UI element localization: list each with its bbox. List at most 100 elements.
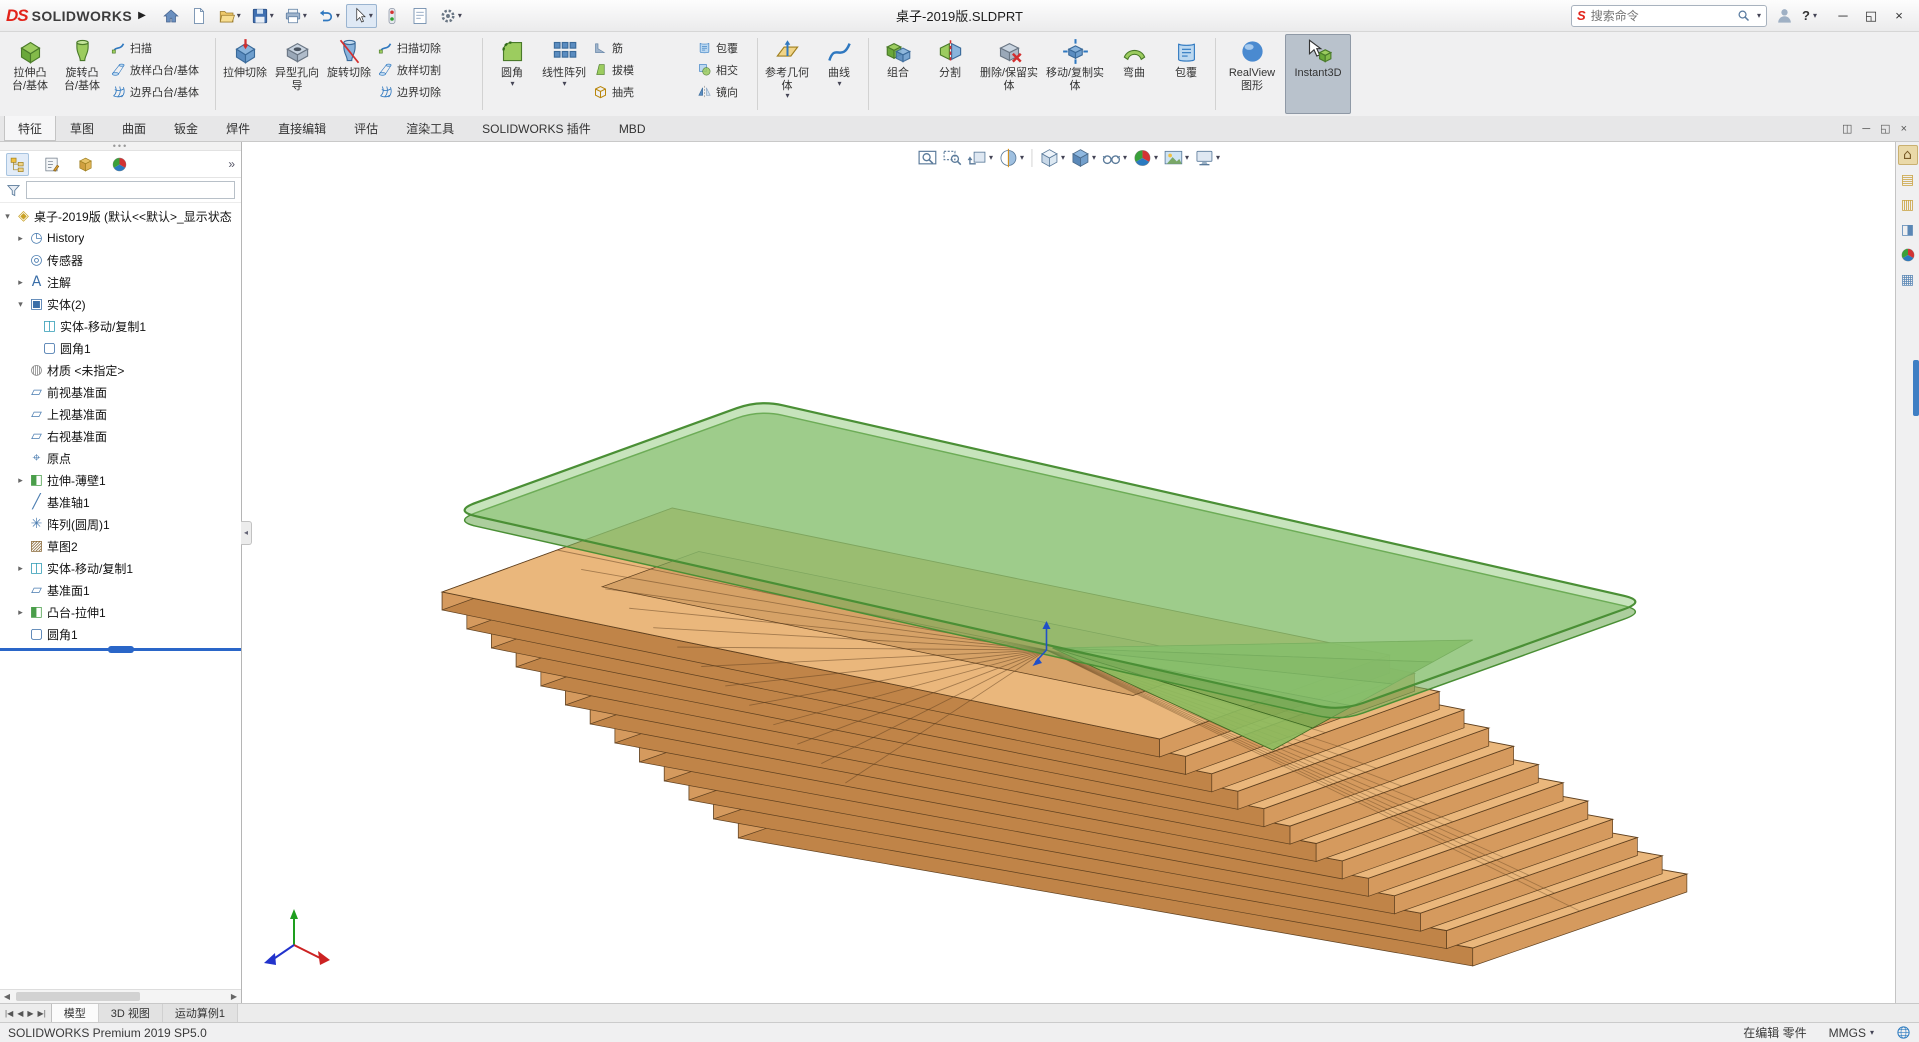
previous-view-button[interactable]: ▾: [966, 147, 994, 169]
search-caret-icon[interactable]: ▾: [1757, 11, 1761, 20]
tree-item[interactable]: ╱ 基准轴1: [0, 491, 241, 513]
ribbon-button-hole-wizard[interactable]: 异型孔向导: [271, 34, 323, 114]
tree-item[interactable]: ▸ ◧ 拉伸-薄壁1: [0, 469, 241, 491]
custom-properties-tab[interactable]: ▦: [1898, 270, 1918, 290]
collapse-arrow-icon[interactable]: ▾: [15, 299, 26, 310]
select-cursor-button[interactable]: ▾: [345, 3, 377, 28]
configuration-manager-tab[interactable]: [74, 153, 97, 176]
display-style-button[interactable]: ▾: [1069, 147, 1097, 169]
ribbon-button-realview[interactable]: RealView 图形: [1219, 34, 1285, 114]
ribbon-button-cut-boundary[interactable]: 边界切除: [375, 81, 479, 102]
ribbon-button-shell[interactable]: 抽壳: [590, 81, 694, 102]
tree-item[interactable]: ▱ 右视基准面: [0, 425, 241, 447]
save-button[interactable]: ▾: [247, 4, 278, 28]
ribbon-button-curves[interactable]: 曲线 ▾: [813, 34, 865, 114]
expand-arrow-icon[interactable]: ▸: [15, 475, 26, 486]
viewport-canvas[interactable]: [242, 142, 1895, 1003]
ribbon-button-loft[interactable]: 放样凸台/基体: [108, 59, 212, 80]
scroll-right-icon[interactable]: ▶: [227, 992, 241, 1001]
help-button[interactable]: ? ▾: [1802, 8, 1817, 23]
globe-icon[interactable]: [1896, 1025, 1911, 1040]
ribbon-button-split[interactable]: 分割: [924, 34, 976, 114]
hide-show-items-button[interactable]: ▾: [1100, 147, 1128, 169]
user-icon[interactable]: [1775, 6, 1794, 25]
tree-item[interactable]: ▢ 圆角1: [0, 623, 241, 645]
minimize-button[interactable]: ─: [1829, 4, 1857, 28]
panel-expand-chevron[interactable]: »: [228, 157, 235, 171]
options-gear-button[interactable]: ▾: [435, 4, 466, 28]
tree-item[interactable]: ▨ 草图2: [0, 535, 241, 557]
ribbon-button-cut-sweep[interactable]: 扫描切除: [375, 37, 479, 58]
ribbon-button-intersect[interactable]: 相交: [694, 59, 754, 80]
solidworks-resources-tab[interactable]: ⌂: [1897, 145, 1918, 165]
feature-tree-tab[interactable]: [6, 152, 29, 176]
search-input[interactable]: [1590, 8, 1732, 23]
ribbon-tab-7[interactable]: 评估: [340, 116, 392, 141]
ribbon-button-boundary[interactable]: 边界凸台/基体: [108, 81, 212, 102]
collapse-arrow-icon[interactable]: ▾: [2, 211, 13, 222]
display-manager-tab[interactable]: [108, 153, 131, 176]
tree-item[interactable]: ▢ 圆角1: [0, 337, 241, 359]
restore-document-button[interactable]: ◱: [1880, 122, 1890, 135]
task-pane-scroll-indicator[interactable]: [1913, 360, 1919, 416]
minimize-document-button[interactable]: ─: [1862, 123, 1870, 135]
home-button[interactable]: [158, 4, 184, 28]
ribbon-button-fillet[interactable]: 圆角 ▾: [486, 34, 538, 114]
view-palette-tab[interactable]: ◨: [1898, 220, 1918, 240]
ribbon-button-linear-pattern[interactable]: 线性阵列 ▾: [538, 34, 590, 114]
ribbon-tab-5[interactable]: 焊件: [212, 116, 264, 141]
panel-horizontal-scrollbar[interactable]: ◀ ▶: [0, 989, 241, 1003]
tree-item[interactable]: ▸ ◫ 实体-移动/复制1: [0, 557, 241, 579]
ribbon-button-instant3d[interactable]: Instant3D: [1285, 34, 1351, 114]
zoom-area-button[interactable]: [941, 147, 963, 169]
ribbon-tab-3[interactable]: 曲面: [108, 116, 160, 141]
ribbon-tab-1[interactable]: 特征: [4, 116, 57, 141]
ribbon-button-cut-loft[interactable]: 放样切割: [375, 59, 479, 80]
panel-collapse-arrow-icon[interactable]: ◂: [241, 520, 252, 545]
ribbon-button-draft[interactable]: 拔模: [590, 59, 694, 80]
scrollbar-thumb[interactable]: [16, 992, 140, 1001]
tree-item[interactable]: ▸ A 注解: [0, 271, 241, 293]
tree-item[interactable]: ◎ 传感器: [0, 249, 241, 271]
design-library-tab[interactable]: ▤: [1898, 170, 1918, 190]
ribbon-button-delete-keep-body[interactable]: 删除/保留实体: [976, 34, 1042, 114]
view-settings-button[interactable]: ▾: [1193, 147, 1221, 169]
property-manager-tab[interactable]: [40, 153, 63, 176]
ribbon-button-wrap[interactable]: 包覆: [694, 37, 754, 58]
ribbon-button-sweep[interactable]: 扫描: [108, 37, 212, 58]
zoom-fit-button[interactable]: [916, 147, 938, 169]
tree-item[interactable]: ▾ ◈ 桌子-2019版 (默认<<默认>_显示状态: [0, 205, 241, 227]
scrollbar-track[interactable]: [14, 990, 227, 1003]
document-tab-3[interactable]: 运动算例1: [162, 1004, 239, 1022]
tab-scroll-button-4[interactable]: ▶|: [38, 1009, 46, 1018]
close-document-button[interactable]: ×: [1901, 123, 1907, 135]
tile-windows-button[interactable]: ◫: [1842, 122, 1852, 135]
tab-scroll-button-2[interactable]: ◀: [17, 1009, 23, 1018]
tree-item[interactable]: ◫ 实体-移动/复制1: [0, 315, 241, 337]
tab-scroll-button-1[interactable]: |◀: [5, 1009, 13, 1018]
panel-splitter-handle[interactable]: •••: [0, 142, 241, 151]
tree-item[interactable]: ▱ 上视基准面: [0, 403, 241, 425]
section-view-button[interactable]: ▾: [997, 147, 1025, 169]
expand-arrow-icon[interactable]: ▸: [15, 233, 26, 244]
file-explorer-tab[interactable]: ▥: [1898, 195, 1918, 215]
ribbon-button-mirror[interactable]: 镜向: [694, 81, 754, 102]
file-properties-button[interactable]: [407, 4, 433, 28]
ribbon-button-revolve[interactable]: 旋转凸台/基体: [56, 34, 108, 114]
document-tab-1[interactable]: 模型: [50, 1004, 99, 1022]
ribbon-tab-10[interactable]: MBD: [605, 116, 660, 141]
open-button[interactable]: ▾: [214, 4, 245, 28]
edit-appearance-button[interactable]: ▾: [1131, 147, 1159, 169]
view-orientation-button[interactable]: ▾: [1038, 147, 1066, 169]
new-document-button[interactable]: [186, 4, 212, 28]
tree-item[interactable]: ▸ ◧ 凸台-拉伸1: [0, 601, 241, 623]
expand-arrow-icon[interactable]: ▸: [15, 277, 26, 288]
print-button[interactable]: ▾: [280, 4, 311, 28]
scroll-left-icon[interactable]: ◀: [0, 992, 14, 1001]
tree-item[interactable]: ▱ 前视基准面: [0, 381, 241, 403]
ribbon-tab-2[interactable]: 草图: [56, 116, 108, 141]
tree-item[interactable]: ◍ 材质 <未指定>: [0, 359, 241, 381]
tree-item[interactable]: ▱ 基准面1: [0, 579, 241, 601]
rebuild-button[interactable]: [379, 4, 405, 28]
logo-flyout-arrow-icon[interactable]: ▶: [138, 10, 146, 21]
